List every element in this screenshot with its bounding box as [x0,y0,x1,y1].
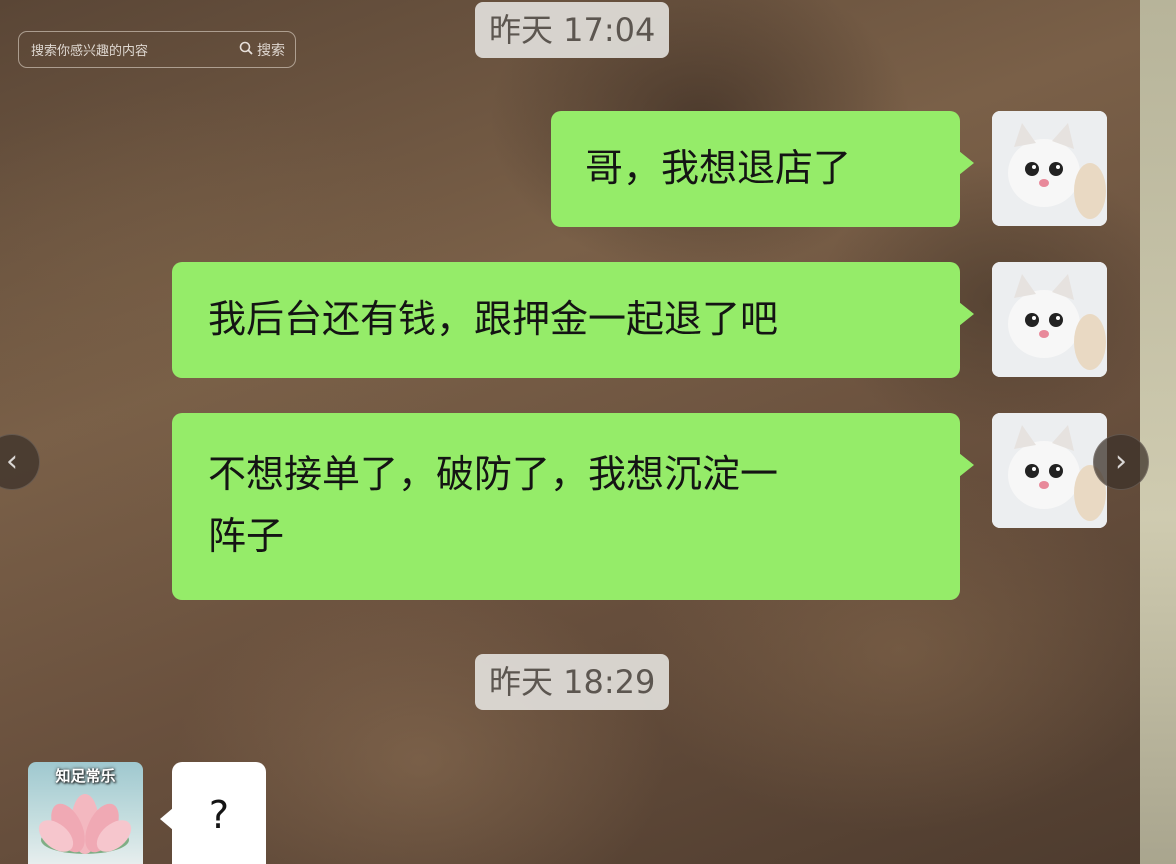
search-button[interactable]: 搜索 [239,40,285,60]
kitten-avatar-icon[interactable] [992,413,1107,528]
search-placeholder: 搜索你感兴趣的内容 [31,44,149,59]
chevron-right-icon[interactable]: › [1093,434,1149,490]
kitten-avatar-icon[interactable] [992,262,1107,377]
lotus-avatar-icon[interactable]: 知足常乐 [28,762,143,864]
message-text-line: 不想接单了，破防了，我想沉淀一 [208,452,779,496]
search-button-label: 搜索 [257,42,285,59]
right-edge-strip [1140,0,1176,864]
timestamp: 昨天 17:04 [475,2,670,58]
message-text: ? [208,793,230,837]
incoming-message[interactable]: ? [160,762,266,864]
outgoing-message[interactable]: 哥，我想退店了 [551,111,974,227]
message-text: 哥，我想退店了 [585,146,852,190]
outgoing-message[interactable]: 不想接单了，破防了，我想沉淀一 阵子 [172,413,974,600]
search-icon [239,41,253,59]
chevron-left-icon[interactable]: ‹ [0,434,40,490]
kitten-avatar-icon[interactable] [992,111,1107,226]
timestamp: 昨天 18:29 [475,654,670,710]
search-box[interactable]: 搜索你感兴趣的内容 搜索 [18,31,296,68]
message-text: 我后台还有钱，跟押金一起退了吧 [208,297,779,341]
outgoing-message[interactable]: 我后台还有钱，跟押金一起退了吧 [172,262,974,378]
message-text-line: 阵子 [208,514,285,558]
avatar-caption: 知足常乐 [55,767,116,785]
